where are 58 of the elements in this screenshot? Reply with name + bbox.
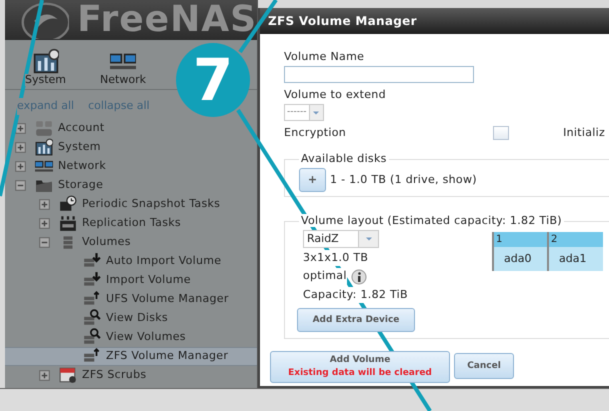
field-label: Volume Name <box>284 49 366 65</box>
caret-icon <box>312 108 320 117</box>
tree-item[interactable]: UFS Volume Manager <box>5 290 257 308</box>
disk-cell[interactable]: ada0 <box>493 246 548 271</box>
add-device-button[interactable]: Add Extra Device <box>297 308 415 332</box>
tree-item[interactable]: Volumes <box>5 232 257 252</box>
layout-status: optimal <box>303 268 347 285</box>
monitor-chart-icon <box>35 138 53 156</box>
caret-icon <box>364 234 372 243</box>
fieldset-legend: Volume layout (Estimated capacity: 1.82 TiB) <box>301 214 562 228</box>
info-icon <box>350 268 367 284</box>
tree-item[interactable]: Import Volume <box>5 270 257 290</box>
layout-size: 3x1x1.0 TB <box>303 250 368 266</box>
tree-item[interactable]: Network <box>5 156 257 176</box>
tape-icon <box>59 214 77 232</box>
checkbox[interactable] <box>493 126 510 140</box>
tree-item[interactable]: Replication Tasks <box>5 214 257 232</box>
toolbar-button[interactable]: Network <box>100 48 146 89</box>
tree-item[interactable]: ZFS Scrubs <box>5 366 257 384</box>
disk-search-icon <box>83 328 101 346</box>
expand-icon[interactable] <box>39 218 50 228</box>
capacity-text: Capacity: 1.82 TiB <box>303 286 408 304</box>
dialog-title: ZFS Volume Manager <box>260 8 609 34</box>
input-field[interactable] <box>284 66 474 82</box>
action-button[interactable]: Add Volume Existing data will be cleared <box>270 351 450 384</box>
tree-item[interactable]: System <box>5 138 257 156</box>
tree-item[interactable]: Storage <box>5 176 257 194</box>
column-header: 1 <box>493 232 548 247</box>
tree-item[interactable]: View Disks <box>5 308 257 328</box>
expand-icon[interactable] <box>39 370 50 380</box>
add-button[interactable]: + <box>299 168 326 192</box>
tree-item[interactable]: Auto Import Volume <box>5 252 257 270</box>
clock-icon <box>59 195 77 213</box>
logo-text: FreeNAS <box>77 2 257 38</box>
disk-search-icon <box>83 309 101 327</box>
users-icon <box>35 119 53 137</box>
fieldset-legend: Available disks <box>301 152 387 166</box>
action-button[interactable]: Cancel <box>454 353 514 380</box>
field-label: Volume to extend <box>284 86 387 102</box>
collapse-icon[interactable] <box>39 236 50 248</box>
expand-icon[interactable] <box>15 142 26 152</box>
field-label: Encryption <box>284 125 346 141</box>
toolbar-button[interactable]: System <box>25 48 66 89</box>
disk-summary: 1 - 1.0 TB (1 drive, show) <box>330 172 477 188</box>
tree-item[interactable]: Periodic Snapshot Tasks <box>5 194 257 214</box>
collapse-icon[interactable] <box>15 180 26 190</box>
tree-item[interactable]: ZFS Volume Manager <box>5 346 257 366</box>
dropdown[interactable]: ------ <box>284 104 324 122</box>
disk-cell[interactable]: ada1 <box>548 246 603 271</box>
dropdown[interactable]: RaidZ <box>303 230 379 248</box>
monitor-chart-icon <box>32 48 59 74</box>
expand-icon[interactable] <box>39 198 50 210</box>
field-label: Initializ <box>563 125 606 141</box>
expand-icon[interactable] <box>15 160 26 172</box>
tree-item[interactable]: View Volumes <box>5 328 257 346</box>
tree-item[interactable]: Account <box>5 118 257 138</box>
calendar-icon <box>59 366 77 384</box>
column-header: 2 <box>548 232 603 247</box>
